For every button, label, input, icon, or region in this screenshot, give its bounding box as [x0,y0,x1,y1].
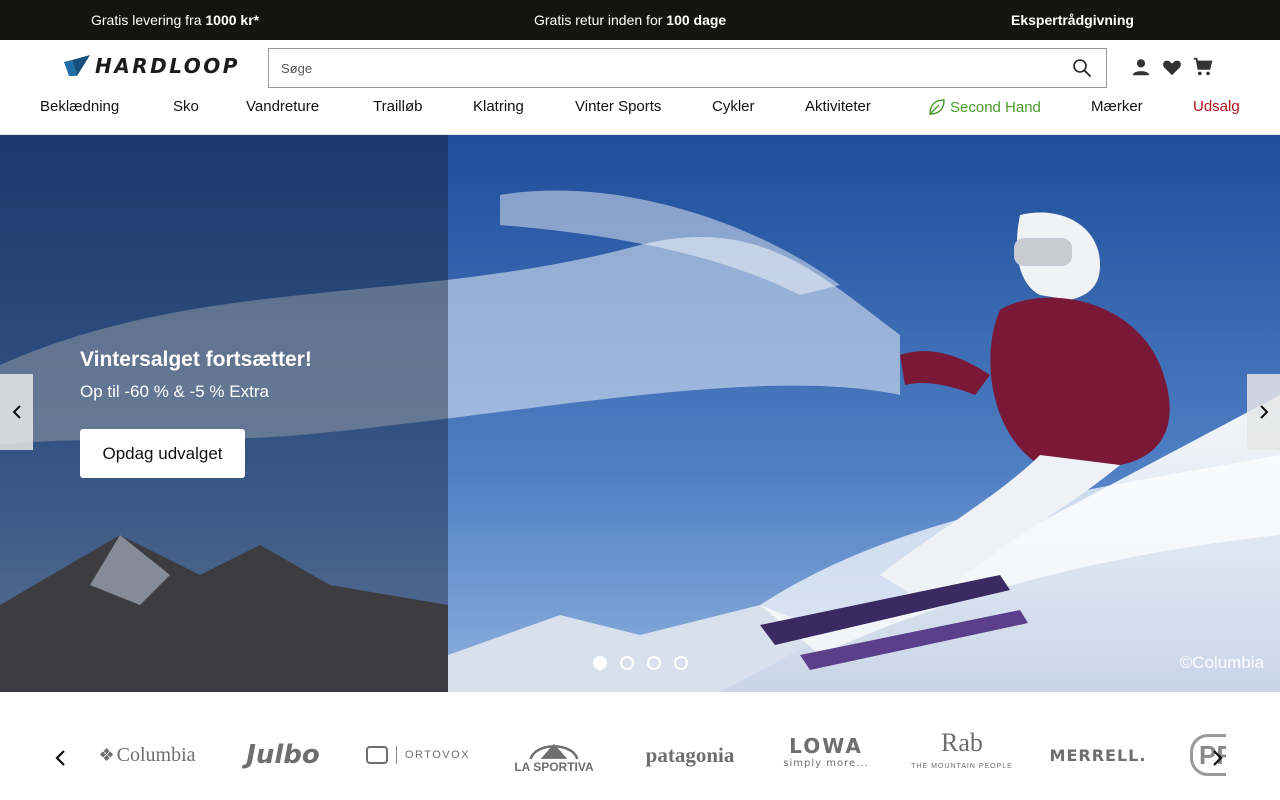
chevron-left-icon [12,405,21,419]
heart-icon[interactable] [1161,56,1183,78]
brand-logo-rab[interactable]: Rab THE MOUNTAIN PEOPLE [911,728,1013,778]
hero-dot-4[interactable] [674,656,688,670]
hero-title: Vintersalget fortsætter! [80,348,312,371]
nav-item-shoes[interactable]: Sko [173,98,199,115]
nav-item-climbing[interactable]: Klatring [473,98,524,115]
hero-carousel: Vintersalget fortsætter! Op til -60 % & … [0,135,1280,692]
promo-free-returns-days: 100 dage [666,12,727,28]
promo-free-delivery-text: Gratis levering fra [91,12,206,28]
promo-free-returns: Gratis retur inden for 100 dage [534,0,726,40]
promo-free-returns-text: Gratis retur inden for [534,12,667,28]
nav-item-winter-sports[interactable]: Vinter Sports [575,98,661,115]
nav-item-sale[interactable]: Udsalg [1193,98,1240,115]
brand-lowa-tagline: simply more... [783,758,869,769]
brand-logo-patagonia[interactable]: patagonia [638,732,742,778]
ortovox-divider [395,746,397,764]
cart-icon[interactable] [1192,56,1214,78]
brand-logo-merrell[interactable]: MERRELL. [1046,732,1150,778]
brand-next-button[interactable] [1208,746,1228,770]
main-nav: Beklædning Sko Vandreture Trailløb Klatr… [0,98,1280,124]
ortovox-mark-icon [366,746,388,764]
hero-dot-2[interactable] [620,656,634,670]
hardloop-logo[interactable]: HARDLOOP [63,52,240,80]
promo-bar: Gratis levering fra 1000 kr* Gratis retu… [0,0,1280,40]
hero-text-panel [0,135,448,692]
header-actions [1130,56,1214,78]
chevron-right-icon [1260,405,1269,419]
hero-subtitle: Op til -60 % & -5 % Extra [80,382,269,401]
brand-logo-ortovox[interactable]: ORTOVOX [366,732,470,778]
search-bar [268,48,1107,88]
hero-next-button[interactable] [1247,374,1280,450]
brand-julbo-text: Julbo [246,740,320,770]
brand-columbia-text: Columbia [116,743,196,766]
brand-la-sportiva-text: LA SPORTIVA [514,760,594,774]
hero-dot-3[interactable] [647,656,661,670]
nav-item-second-hand-label: Second Hand [950,99,1041,116]
discover-selection-button[interactable]: Opdag udvalget [80,429,245,478]
columbia-diamond-icon: ❖ [98,744,115,765]
hardloop-logo-icon [64,55,90,76]
nav-item-brands[interactable]: Mærker [1091,98,1143,115]
hero-dot-1[interactable] [593,656,607,670]
search-input[interactable] [269,49,1059,87]
brand-prev-button[interactable] [50,746,70,770]
promo-free-delivery: Gratis levering fra 1000 kr* [91,0,259,40]
brand-merrell-text: MERRELL. [1049,745,1147,765]
image-credit: ©Columbia [1179,653,1264,672]
brand-rab-text: Rab [941,728,983,757]
site-header: HARDLOOP Beklædning Sko Vandreture Trail… [0,40,1280,135]
nav-item-bikes[interactable]: Cykler [712,98,755,115]
promo-expert-advice[interactable]: Ekspertrådgivning [1011,0,1134,40]
hero-pagination [593,656,688,670]
brand-logo-julbo[interactable]: Julbo [242,732,324,778]
account-icon[interactable] [1130,56,1152,78]
brand-lowa-text: LOWA [789,734,863,758]
nav-item-hiking[interactable]: Vandreture [246,98,319,115]
nav-item-trail-running[interactable]: Trailløb [373,98,422,115]
hardloop-logo-text: HARDLOOP [95,54,240,78]
brand-rab-tagline: THE MOUNTAIN PEOPLE [911,763,1013,770]
brand-patagonia-text: patagonia [645,742,735,767]
brand-ortovox-text: ORTOVOX [404,749,470,761]
nav-item-clothing[interactable]: Beklædning [40,98,119,115]
chevron-right-icon [1213,750,1223,766]
chevron-left-icon [55,750,65,766]
nav-item-second-hand[interactable]: Second Hand [928,98,1041,116]
nav-item-activities[interactable]: Aktiviteter [805,98,871,115]
leaf-icon [929,99,945,115]
brand-logo-lowa[interactable]: LOWA simply more... [776,732,876,778]
brand-carousel: ❖ Columbia Julbo ORTOVOX LA SPORTIVA pata… [0,692,1280,800]
search-icon[interactable] [1072,58,1092,78]
hero-prev-button[interactable] [0,374,33,450]
promo-expert-advice-text[interactable]: Ekspertrådgivning [1011,12,1134,28]
brand-logo-columbia[interactable]: ❖ Columbia [94,732,200,778]
brand-logo-la-sportiva[interactable]: LA SPORTIVA [508,732,600,778]
mountain-icon [529,743,579,760]
promo-free-delivery-amount: 1000 kr* [205,12,260,28]
